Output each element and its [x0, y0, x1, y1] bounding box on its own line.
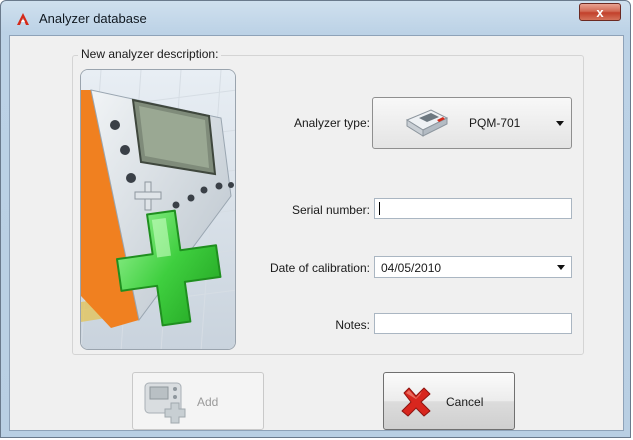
add-button-label: Add: [197, 395, 219, 409]
notes-field[interactable]: [374, 313, 572, 334]
serial-number-field[interactable]: [374, 198, 572, 219]
analyzer-device-icon: [405, 109, 449, 137]
calibration-date-picker[interactable]: 04/05/2010: [374, 256, 572, 278]
cancel-button[interactable]: Cancel: [383, 372, 515, 430]
title-bar[interactable]: Analyzer database x: [1, 1, 630, 35]
chevron-down-icon: [556, 121, 564, 126]
add-device-icon: [144, 382, 186, 424]
analyzer-type-value: PQM-701: [469, 116, 521, 130]
notes-label: Notes:: [335, 318, 370, 332]
chevron-down-icon[interactable]: [557, 265, 565, 270]
calibration-date-label: Date of calibration:: [269, 261, 370, 275]
add-button[interactable]: Add: [132, 372, 264, 430]
serial-number-label: Serial number:: [291, 203, 370, 217]
red-x-icon: [401, 387, 431, 417]
analyzer-type-label: Analyzer type:: [293, 116, 370, 130]
calibration-date-value: 04/05/2010: [381, 261, 442, 275]
text-caret: [379, 202, 380, 215]
dialog-body: New analyzer description: Analyzer type:…: [9, 35, 624, 431]
close-button[interactable]: x: [579, 3, 621, 21]
window-title: Analyzer database: [39, 11, 147, 26]
app-logo-icon: [17, 13, 29, 25]
cancel-button-label: Cancel: [446, 395, 484, 409]
group-label: New analyzer description:: [78, 47, 222, 61]
analyzer-type-select[interactable]: PQM-701: [372, 97, 572, 149]
analyzer-database-window: Analyzer database x New analyzer descrip…: [0, 0, 631, 438]
close-icon: x: [596, 5, 604, 20]
